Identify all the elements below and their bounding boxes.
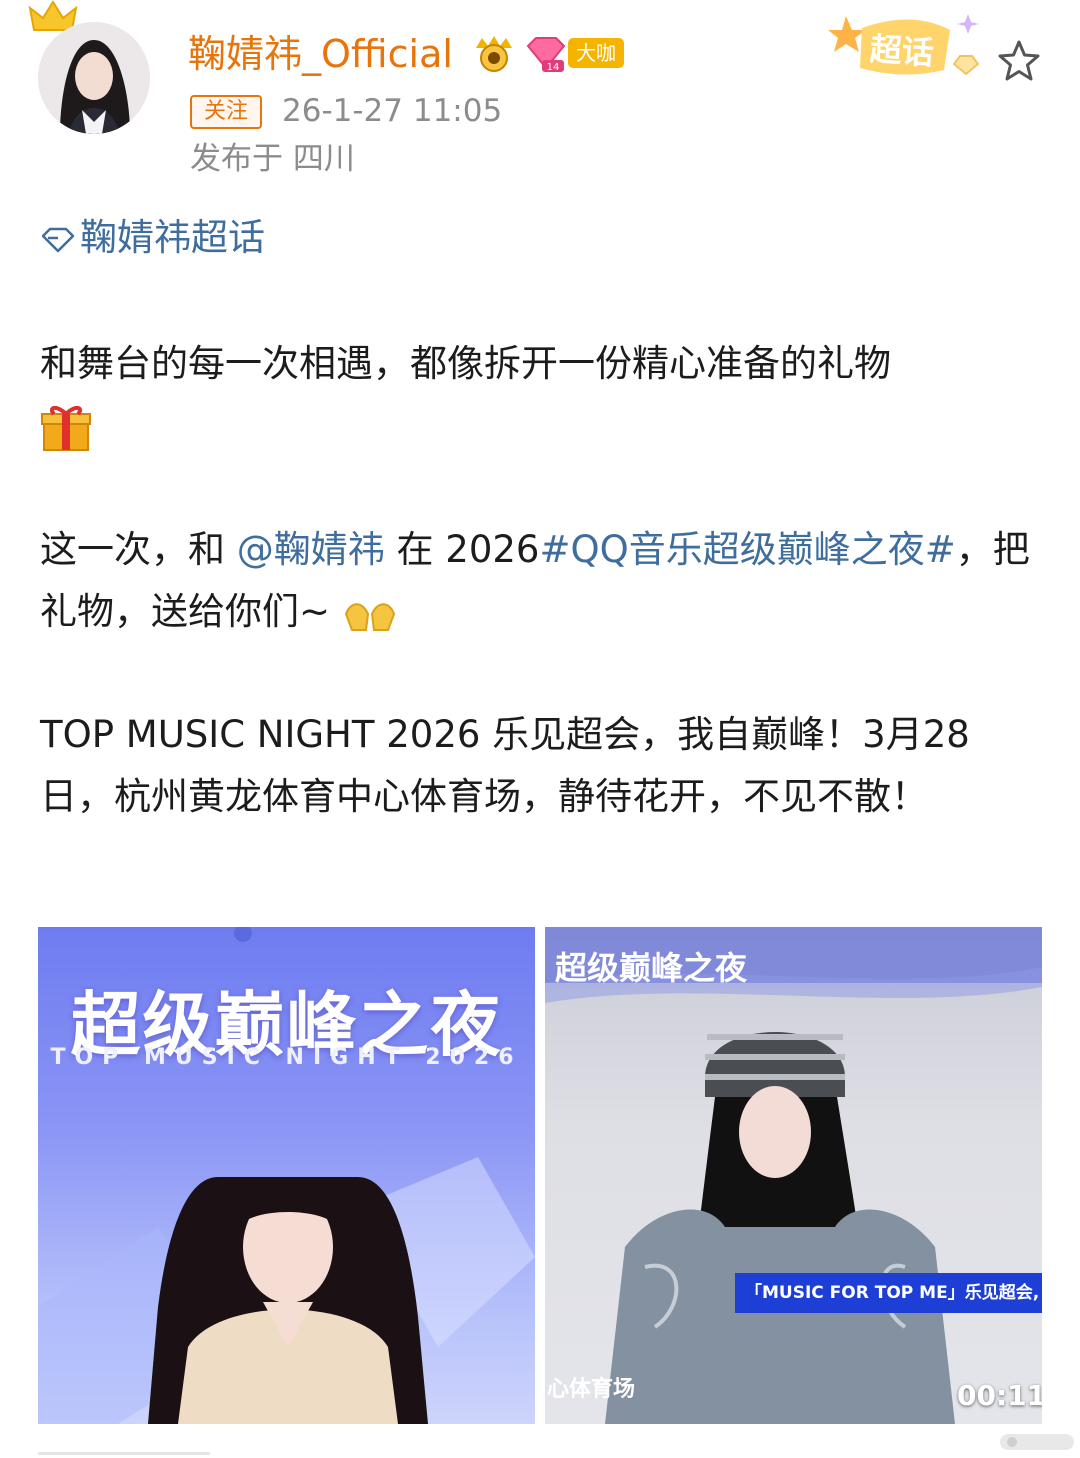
- media-2-caption: 「MUSIC FOR TOP ME」乐见超会,: [735, 1273, 1042, 1313]
- vip-icon[interactable]: [470, 32, 518, 74]
- paragraph-1-text: 和舞台的每一次相遇，都像拆开一份精心准备的礼物: [40, 342, 891, 385]
- big-v-badge: 大咖: [568, 38, 624, 68]
- svg-text:14: 14: [547, 62, 560, 73]
- follow-button[interactable]: 关注: [190, 95, 262, 129]
- topic-label: 鞠婧祎超话: [80, 216, 265, 259]
- username[interactable]: 鞠婧祎_Official: [188, 30, 453, 78]
- post-location: 发布于 四川: [190, 141, 355, 177]
- video-duration: 00:11: [957, 1379, 1042, 1412]
- chaohua-icon[interactable]: 超话: [822, 8, 992, 86]
- avatar[interactable]: [38, 22, 150, 134]
- post-time: 26-1-27 11:05: [282, 93, 503, 129]
- watermark-icon: [1000, 1434, 1074, 1450]
- paragraph-2-mid: 在 2026: [384, 528, 540, 571]
- media-image-1[interactable]: 超级巅峰之夜 TOP MUSIC NIGHT 2026: [38, 927, 535, 1424]
- topic-link[interactable]: 鞠婧祎超话: [40, 212, 265, 264]
- gift-emoji-icon: [41, 405, 91, 451]
- star-icon[interactable]: [996, 38, 1042, 84]
- paragraph-2-prefix: 这一次，和: [40, 528, 237, 571]
- media-1-subtitle: TOP MUSIC NIGHT 2026: [50, 1045, 523, 1070]
- post-paragraph-3: TOP MUSIC NIGHT 2026 乐见超会，我自巅峰！3月28日，杭州黄…: [40, 713, 970, 818]
- hashtag-link[interactable]: #QQ音乐超级巅峰之夜#: [539, 528, 955, 571]
- post-paragraph-1: 和舞台的每一次相遇，都像拆开一份精心准备的礼物: [40, 333, 1040, 457]
- media-video-2[interactable]: 超级巅峰之夜 「MUSIC FOR TOP ME」乐见超会, 心体育场 00:1…: [545, 927, 1042, 1424]
- level-icon[interactable]: 14: [524, 36, 568, 74]
- post-paragraph-2: 这一次，和 @鞠婧祎 在 2026#QQ音乐超级巅峰之夜#，把礼物，送给你们~: [40, 519, 1040, 643]
- media-2-title: 超级巅峰之夜: [555, 949, 748, 987]
- media-2-bottom-text: 心体育场: [547, 1377, 636, 1402]
- mention-link[interactable]: @鞠婧祎: [237, 528, 385, 571]
- chaohua-label: 超话: [868, 29, 936, 73]
- hands-emoji-icon: [344, 602, 395, 631]
- divider: [38, 1452, 210, 1455]
- diamond-icon: [41, 227, 75, 252]
